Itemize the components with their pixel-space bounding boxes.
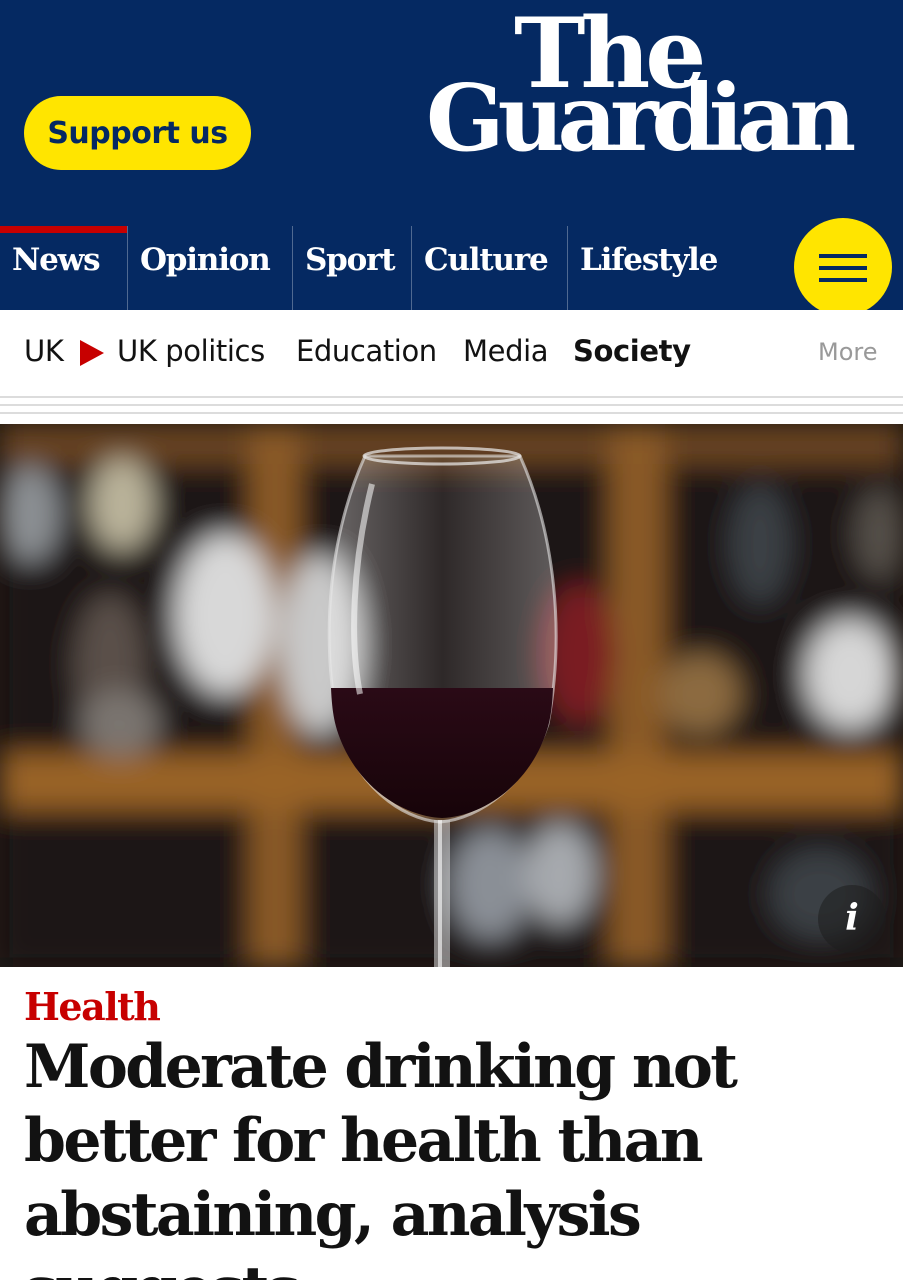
menu-icon-bar xyxy=(819,254,867,258)
article-headline: Moderate drinking not better for health … xyxy=(24,1032,738,1280)
breadcrumb-arrow-icon xyxy=(80,340,104,366)
divider xyxy=(0,412,903,414)
hero-image xyxy=(0,424,903,967)
subnav: UK UK politics Education Media Society M… xyxy=(0,310,903,396)
logo-line-guardian: Guardian xyxy=(426,64,856,172)
pillar-news[interactable]: News xyxy=(0,226,127,310)
menu-icon-bar xyxy=(819,266,867,270)
pillar-sport[interactable]: Sport xyxy=(292,226,411,310)
subnav-society[interactable]: Society xyxy=(573,334,691,368)
divider xyxy=(0,396,903,398)
menu-button[interactable] xyxy=(794,218,892,316)
section-kicker[interactable]: Health xyxy=(24,984,161,1029)
subnav-uk-politics[interactable]: UK politics xyxy=(117,334,265,368)
divider xyxy=(0,404,903,406)
menu-icon-bar xyxy=(819,278,867,282)
image-info-button[interactable]: i xyxy=(818,885,886,953)
pillar-culture[interactable]: Culture xyxy=(411,226,567,310)
support-us-button[interactable]: Support us xyxy=(24,96,251,170)
wine-glass-photo xyxy=(0,424,903,967)
subnav-uk[interactable]: UK xyxy=(24,334,64,368)
pillar-nav: News Opinion Sport Culture Lifestyle xyxy=(0,226,790,310)
pillar-opinion[interactable]: Opinion xyxy=(127,226,292,310)
masthead: Support us The Guardian News Opinion Spo… xyxy=(0,0,903,316)
subnav-more-link[interactable]: More xyxy=(818,338,878,366)
subnav-media[interactable]: Media xyxy=(463,334,549,368)
guardian-logo[interactable]: The Guardian xyxy=(420,6,890,176)
pillar-lifestyle[interactable]: Lifestyle xyxy=(567,226,767,310)
subnav-education[interactable]: Education xyxy=(296,334,437,368)
